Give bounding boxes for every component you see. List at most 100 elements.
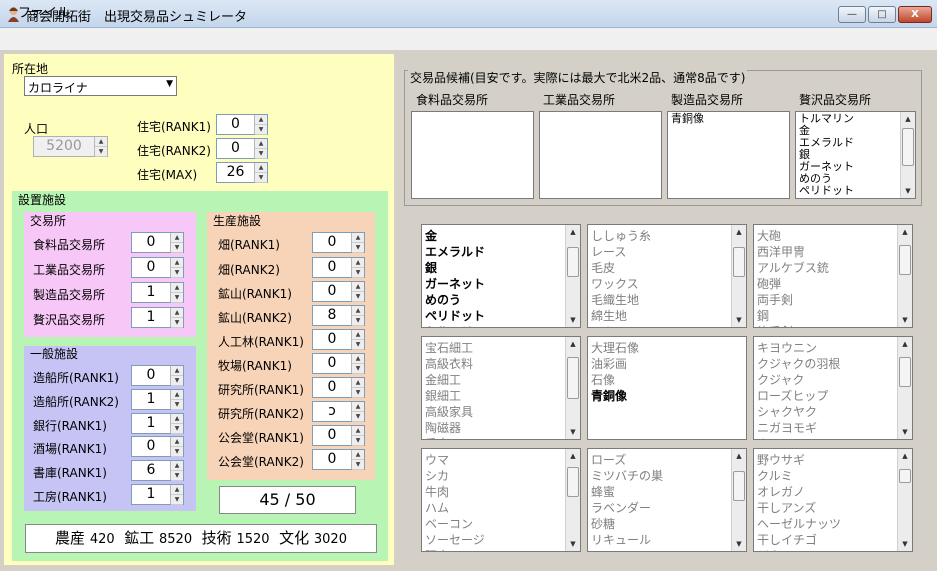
list-item[interactable]: 豚肉 <box>425 548 577 551</box>
list-item[interactable]: 綿生地 <box>591 308 743 324</box>
spin-down-icon[interactable]: ▼ <box>171 447 183 457</box>
production-stepper[interactable]: 0 ▲ ▼ <box>312 425 365 446</box>
list-item[interactable]: 干しイチゴ <box>757 532 909 548</box>
exchange-stepper[interactable]: 0 ▲ ▼ <box>131 257 184 278</box>
scroll-thumb[interactable] <box>733 247 745 277</box>
list-item[interactable]: クジャク <box>757 372 909 388</box>
scroll-down-icon[interactable]: ▼ <box>898 537 912 551</box>
scroll-up-icon[interactable]: ▲ <box>732 449 746 463</box>
list-item[interactable]: 大砲 <box>757 228 909 244</box>
list-item[interactable]: 砲弾 <box>757 276 909 292</box>
spin-up-icon[interactable]: ▲ <box>171 283 183 293</box>
scrollbar[interactable]: ▲ ▼ <box>731 449 746 551</box>
item-listbox[interactable]: ウマシカ牛肉ハムベーコンソーセージ豚肉 ▲ ▼ <box>421 448 581 552</box>
spin-down-icon[interactable]: ▼ <box>171 318 183 328</box>
list-item[interactable]: ウマ <box>425 452 577 468</box>
scroll-down-icon[interactable]: ▼ <box>898 313 912 327</box>
production-stepper[interactable]: ɔ ▲ ▼ <box>312 401 365 422</box>
list-item[interactable]: ハム <box>425 500 577 516</box>
list-item[interactable]: 金細工 <box>425 372 577 388</box>
spin-down-icon[interactable]: ▼ <box>171 293 183 303</box>
spin-up-icon[interactable]: ▲ <box>352 354 364 364</box>
list-item[interactable]: ラム <box>591 324 743 327</box>
spin-up-icon[interactable]: ▲ <box>352 282 364 292</box>
scroll-down-icon[interactable]: ▼ <box>566 425 580 439</box>
list-item[interactable]: 油彩画 <box>591 356 743 372</box>
spin-up-icon[interactable]: ▲ <box>255 163 267 173</box>
exchange-stepper[interactable]: 0 ▲ ▼ <box>131 232 184 253</box>
list-item[interactable]: 銀 <box>425 260 577 276</box>
scrollbar[interactable]: ▲ ▼ <box>731 225 746 327</box>
list-item[interactable]: ペリドット <box>425 308 577 324</box>
spin-down-icon[interactable]: ▼ <box>352 268 364 278</box>
item-listbox[interactable]: 大砲西洋甲冑アルケブス銃砲弾両手剣鋼片手剣 ▲ ▼ <box>753 224 913 328</box>
scroll-down-icon[interactable]: ▼ <box>901 184 915 198</box>
spin-up-icon[interactable]: ▲ <box>352 450 364 460</box>
spin-up-icon[interactable]: ▲ <box>171 258 183 268</box>
spin-up-icon[interactable]: ▲ <box>171 308 183 318</box>
spin-down-icon[interactable]: ▼ <box>352 316 364 326</box>
production-stepper[interactable]: 0 ▲ ▼ <box>312 329 365 350</box>
scrollbar[interactable]: ▲ ▼ <box>897 449 912 551</box>
list-item[interactable]: 牛肉 <box>425 484 577 500</box>
list-item[interactable]: 高級家具 <box>425 404 577 420</box>
spin-down-icon[interactable]: ▼ <box>255 125 267 135</box>
list-item[interactable]: 野ウサギ <box>757 452 909 468</box>
production-stepper[interactable]: 8 ▲ ▼ <box>312 305 365 326</box>
spin-down-icon[interactable]: ▼ <box>352 243 364 253</box>
scroll-up-icon[interactable]: ▲ <box>566 449 580 463</box>
spin-down-icon[interactable]: ▼ <box>171 268 183 278</box>
spin-up-icon[interactable]: ▲ <box>171 233 183 243</box>
list-item[interactable]: ヘーゼルナッツ <box>757 516 909 532</box>
spin-up-icon[interactable]: ▲ <box>352 378 364 388</box>
list-item[interactable]: 砂糖 <box>591 516 743 532</box>
scroll-up-icon[interactable]: ▲ <box>898 449 912 463</box>
item-listbox[interactable]: 宝石細工高級衣料金細工銀細工高級家具陶磁器香水 ▲ ▼ <box>421 336 581 440</box>
list-item[interactable]: トルマリン <box>425 324 577 327</box>
general-stepper[interactable]: 1 ▲ ▼ <box>131 484 184 505</box>
scroll-up-icon[interactable]: ▲ <box>732 225 746 239</box>
spin-down-icon[interactable]: ▼ <box>171 400 183 410</box>
list-item[interactable]: シャクヤク <box>757 404 909 420</box>
production-stepper[interactable]: 0 ▲ ▼ <box>312 449 365 470</box>
spin-up-icon[interactable]: ▲ <box>171 390 183 400</box>
list-item[interactable]: ザクロ <box>757 548 909 551</box>
scroll-up-icon[interactable]: ▲ <box>566 225 580 239</box>
list-item[interactable]: ニガヨモギ <box>757 420 909 436</box>
list-item[interactable]: ベーコン <box>425 516 577 532</box>
scroll-thumb[interactable] <box>899 245 911 275</box>
scroll-thumb[interactable] <box>567 247 579 277</box>
scroll-thumb[interactable] <box>902 128 914 166</box>
list-item[interactable]: 大理石像 <box>591 340 743 356</box>
production-stepper[interactable]: 0 ▲ ▼ <box>312 353 365 374</box>
exchange-stepper[interactable]: 1 ▲ ▼ <box>131 282 184 303</box>
list-item[interactable]: 蜂蜜 <box>591 484 743 500</box>
list-item[interactable]: 宝石細工 <box>425 340 577 356</box>
spin-down-icon[interactable]: ▼ <box>171 243 183 253</box>
spin-up-icon[interactable]: ▲ <box>171 485 183 495</box>
general-stepper[interactable]: 1 ▲ ▼ <box>131 389 184 410</box>
menu-file[interactable]: ファイル <box>18 2 70 21</box>
item-listbox[interactable]: キヨウニンクジャクの羽根クジャクローズヒップシャクヤクニガヨモギナツメ ▲ ▼ <box>753 336 913 440</box>
spin-up-icon[interactable]: ▲ <box>171 437 183 447</box>
spin-up-icon[interactable]: ▲ <box>352 402 364 412</box>
candidate-list-luxury[interactable]: トルマリン 金 エメラルド 銀 ガーネット めのう ペリドット ▲ ▼ <box>795 111 916 199</box>
list-item[interactable]: ミツバチの巣 <box>591 468 743 484</box>
spin-down-icon[interactable]: ▼ <box>352 436 364 446</box>
production-stepper[interactable]: 0 ▲ ▼ <box>312 281 365 302</box>
scroll-up-icon[interactable]: ▲ <box>901 112 915 126</box>
item-listbox[interactable]: ししゅう糸レース毛皮ワックス毛織生地綿生地ラム ▲ ▼ <box>587 224 747 328</box>
list-item[interactable]: 銀細工 <box>425 388 577 404</box>
production-stepper[interactable]: 0 ▲ ▼ <box>312 257 365 278</box>
list-item[interactable]: 両手剣 <box>757 292 909 308</box>
list-item[interactable]: キヨウニン <box>757 340 909 356</box>
list-item[interactable]: 毛皮 <box>591 260 743 276</box>
list-item[interactable]: ししゅう糸 <box>591 228 743 244</box>
scroll-thumb[interactable] <box>899 469 911 483</box>
maximize-button[interactable]: □ <box>868 6 896 23</box>
list-item[interactable]: 香水 <box>425 436 577 439</box>
scrollbar[interactable]: ▲ ▼ <box>897 337 912 439</box>
scrollbar[interactable]: ▲ ▼ <box>897 225 912 327</box>
list-item[interactable]: クルミ <box>757 468 909 484</box>
candidate-list-food[interactable] <box>411 111 534 199</box>
